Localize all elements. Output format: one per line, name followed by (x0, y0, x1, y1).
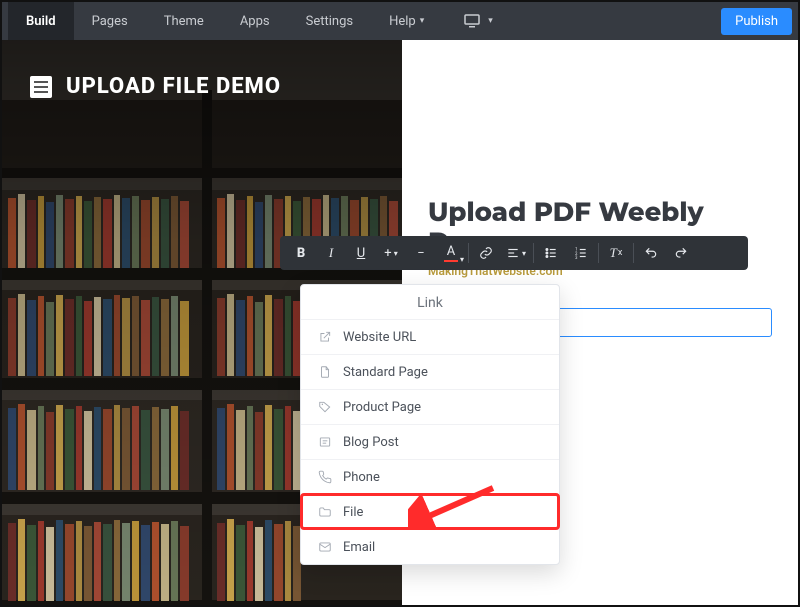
topbar: Build Pages Theme Apps Settings Help ▾ ▾… (2, 2, 798, 40)
tab-help[interactable]: Help ▾ (371, 2, 442, 40)
tag-icon (317, 399, 333, 415)
tab-pages[interactable]: Pages (74, 2, 146, 40)
minus-button[interactable]: − (406, 238, 436, 268)
link-option-label: Blog Post (343, 435, 399, 450)
italic-button[interactable]: I (316, 238, 346, 268)
link-option-phone[interactable]: Phone (301, 459, 559, 494)
link-option-post[interactable]: Blog Post (301, 424, 559, 459)
device-preview[interactable]: ▾ (446, 2, 511, 40)
link-option-file[interactable]: File (301, 494, 559, 529)
folder-icon (317, 504, 333, 520)
tab-build[interactable]: Build (8, 2, 74, 40)
link-option-page[interactable]: Standard Page (301, 354, 559, 389)
tab-settings[interactable]: Settings (288, 2, 371, 40)
text-color-button[interactable]: A▾ (436, 238, 466, 268)
text-size-button[interactable]: +▾ (376, 238, 406, 268)
chevron-down-icon: ▾ (394, 249, 398, 258)
link-button[interactable] (471, 238, 501, 268)
chevron-down-icon: ▾ (420, 16, 425, 26)
link-option-url[interactable]: Website URL (301, 319, 559, 354)
hamburger-icon[interactable] (30, 76, 52, 98)
phone-icon (317, 469, 333, 485)
mail-icon (317, 539, 333, 555)
link-option-product[interactable]: Product Page (301, 389, 559, 424)
post-icon (317, 434, 333, 450)
link-popup: Link Website URL Standard Page Product Pag… (300, 284, 560, 565)
bold-button[interactable]: B (286, 238, 316, 268)
tab-help-label: Help (389, 14, 416, 29)
svg-text:3: 3 (575, 255, 578, 260)
link-option-label: Website URL (343, 330, 416, 345)
chevron-down-icon: ▾ (488, 16, 493, 26)
site-title: UPLOAD FILE DEMO (66, 74, 281, 99)
tab-apps[interactable]: Apps (222, 2, 288, 40)
bulleted-list-button[interactable] (536, 238, 566, 268)
clear-formatting-button[interactable]: Tx (601, 238, 631, 268)
monitor-icon (464, 14, 480, 28)
external-icon (317, 329, 333, 345)
chevron-down-icon: ▾ (460, 255, 464, 264)
align-button[interactable]: ▾ (501, 238, 531, 268)
publish-button[interactable]: Publish (721, 8, 792, 35)
link-option-label: Product Page (343, 400, 421, 415)
editor-window: Build Pages Theme Apps Settings Help ▾ ▾… (0, 0, 800, 607)
link-option-email[interactable]: Email (301, 529, 559, 564)
page-icon (317, 364, 333, 380)
link-option-label: Standard Page (343, 365, 428, 380)
link-option-label: Phone (343, 470, 380, 485)
underline-button[interactable]: U (346, 238, 376, 268)
chevron-down-icon: ▾ (522, 249, 526, 258)
link-option-label: File (343, 505, 363, 520)
tab-theme[interactable]: Theme (146, 2, 222, 40)
link-option-label: Email (343, 540, 375, 555)
numbered-list-button[interactable]: 123 (566, 238, 596, 268)
popup-title: Link (301, 285, 559, 319)
site-header: UPLOAD FILE DEMO (30, 74, 281, 99)
undo-button[interactable] (636, 238, 666, 268)
rich-text-toolbar: B I U +▾ − A▾ ▾ 123 Tx (280, 236, 748, 270)
redo-button[interactable] (666, 238, 696, 268)
